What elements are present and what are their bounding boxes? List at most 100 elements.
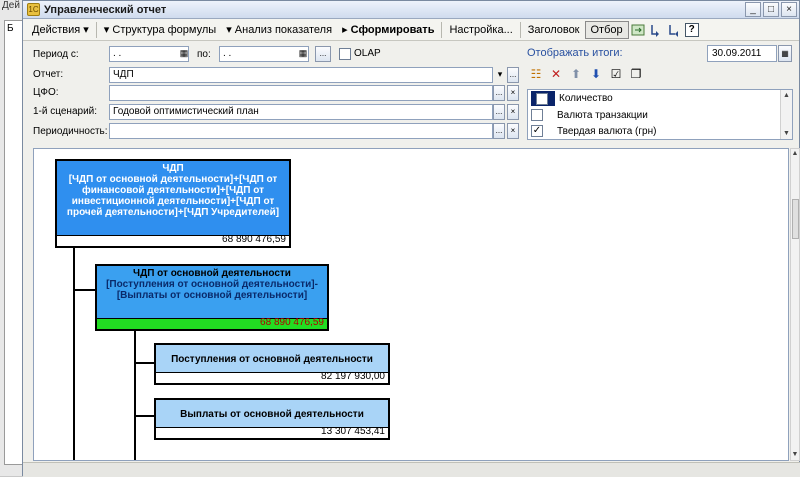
report-label: Отчет: [33,69,64,80]
calendar-icon[interactable]: ▦ [177,46,191,62]
close-button[interactable]: × [781,2,797,17]
actions-menu[interactable]: Действия ▾ [27,21,94,39]
connector-line [73,245,75,460]
generate-icon: ▸ [342,23,348,36]
scenario-field[interactable]: Годовой оптимистический план [109,104,493,120]
totals-list: Количество Валюта транзакции ✓ Твердая в… [527,89,793,140]
totals-checkbox[interactable] [536,92,548,105]
period-from-label: Период с: [33,49,79,60]
scenario-label: 1-й сценарий: [33,106,98,117]
settings-button[interactable]: Настройка... [444,21,517,39]
scenario-select-button[interactable]: ... [493,104,505,120]
move-up-icon[interactable]: ⬆ [569,67,583,81]
tree-node-payments[interactable]: Выплаты от основной деятельности 13 307 … [154,398,390,440]
tree-node-receipts[interactable]: Поступления от основной деятельности 82 … [154,343,390,385]
period-to-label: по: [197,49,211,60]
toolbar: Действия ▾ ▾ Структура формулы ▾ Анализ … [23,19,799,41]
formula-structure-label: Структура формулы [112,23,217,36]
scroll-down-icon[interactable]: ▼ [791,450,799,460]
collapse-icon[interactable] [665,21,683,39]
connector-line [134,362,154,364]
report-select-button[interactable]: ... [507,67,519,83]
add-row-icon[interactable]: ☷ [529,67,543,81]
list-item-label: Валюта транзакции [557,109,648,121]
node-title: ЧДП [162,163,184,174]
node-value: 68 890 476,59 [222,234,286,245]
generate-label: Сформировать [350,23,435,36]
chevron-down-icon: ▾ [226,23,232,36]
connector-line [73,289,95,291]
scroll-up-icon[interactable]: ▲ [781,90,792,101]
periodicity-field[interactable] [109,123,493,139]
report-field[interactable]: ЧДП [109,67,493,83]
cfo-field[interactable] [109,85,493,101]
separator [95,21,97,38]
totals-toolbar: ☷ ✕ ⬆ ⬇ ☑ ❐ [529,67,643,81]
node-value: 13 307 453,41 [321,426,385,437]
totals-date-field[interactable]: 30.09.2011 [707,45,777,62]
olap-checkbox[interactable] [339,48,351,60]
check-all-icon[interactable]: ☑ [609,67,623,81]
header-button[interactable]: Заголовок [523,21,585,39]
analysis-label: Анализ показателя [234,23,333,36]
list-item[interactable]: ✓ Твердая валюта (грн) [531,123,656,139]
period-select-button[interactable]: ... [315,46,331,62]
parameters-panel: Период с: . . ▦ по: . . ▦ ... OLAP Отчет… [23,42,800,142]
status-bar [23,462,800,477]
list-item[interactable]: Валюта транзакции [531,107,648,123]
tree-node-root[interactable]: ЧДП [ЧДП от основной деятельности]+[ЧДП … [55,159,291,248]
chevron-down-icon: ▾ [103,23,110,36]
delete-row-icon[interactable]: ✕ [549,67,563,81]
generate-button[interactable]: ▸ Сформировать [337,21,439,39]
scroll-down-icon[interactable]: ▼ [781,128,792,139]
show-totals-label: Отображать итоги: [527,47,623,59]
node-value: 82 197 930,00 [321,371,385,382]
connector-line [134,329,136,460]
canvas-scrollbar[interactable]: ▲ ▼ [790,148,800,461]
periodicity-label: Периодичность: [33,126,108,137]
expand-icon[interactable] [647,21,665,39]
list-item-label: Твердая валюта (грн) [557,125,657,137]
node-formula: [Поступления от основной деятельности]-[… [106,279,318,301]
totals-checkbox[interactable] [531,109,543,121]
cfo-label: ЦФО: [33,87,59,98]
list-scrollbar[interactable]: ▲ ▼ [780,90,792,139]
window-title: Управленческий отчет [44,3,167,16]
scroll-up-icon[interactable]: ▲ [791,149,799,159]
cfo-select-button[interactable]: ... [493,85,505,101]
separator [519,21,521,38]
formula-tree-canvas: ЧДП [ЧДП от основной деятельности]+[ЧДП … [33,148,789,461]
scenario-clear-button[interactable]: × [507,104,519,120]
report-window: 1C Управленческий отчет _ □ × Действия ▾… [22,0,800,477]
actions-label: Действия [32,23,81,36]
app-icon: 1C [27,3,40,16]
chevron-down-icon: ▾ [83,23,89,36]
analysis-menu[interactable]: ▾ Анализ показателя [221,21,337,39]
dropdown-icon[interactable]: ▾ [493,67,507,83]
minimize-button[interactable]: _ [745,2,761,17]
tree-node-operating[interactable]: ЧДП от основной деятельности [Поступлени… [95,264,329,331]
title-bar: 1C Управленческий отчет _ □ × [23,1,799,19]
maximize-button[interactable]: □ [763,2,779,17]
calendar-icon[interactable]: ▦ [296,46,310,62]
refresh-icon[interactable] [629,21,647,39]
separator [441,21,443,38]
uncheck-all-icon[interactable]: ❐ [629,67,643,81]
totals-checkbox[interactable]: ✓ [531,125,543,137]
cfo-clear-button[interactable]: × [507,85,519,101]
periodicity-select-button[interactable]: ... [493,123,505,139]
list-item[interactable] [531,91,555,106]
scrollbar-thumb[interactable] [792,199,799,239]
formula-structure-menu[interactable]: ▾ Структура формулы [99,21,221,39]
node-formula: [ЧДП от основной деятельности]+[ЧДП от ф… [66,174,280,218]
selection-button[interactable]: Отбор [584,20,629,39]
calendar-icon[interactable]: ▦ [778,45,792,62]
background-tab[interactable]: Дей [2,0,20,11]
olap-label: OLAP [354,48,381,59]
help-icon[interactable]: ? [683,21,701,39]
move-down-icon[interactable]: ⬇ [589,67,603,81]
background-panel-letter: Б [7,23,14,34]
node-value: 68 890 476,59 [260,317,324,328]
node-title: ЧДП от основной деятельности [133,268,291,279]
periodicity-clear-button[interactable]: × [507,123,519,139]
